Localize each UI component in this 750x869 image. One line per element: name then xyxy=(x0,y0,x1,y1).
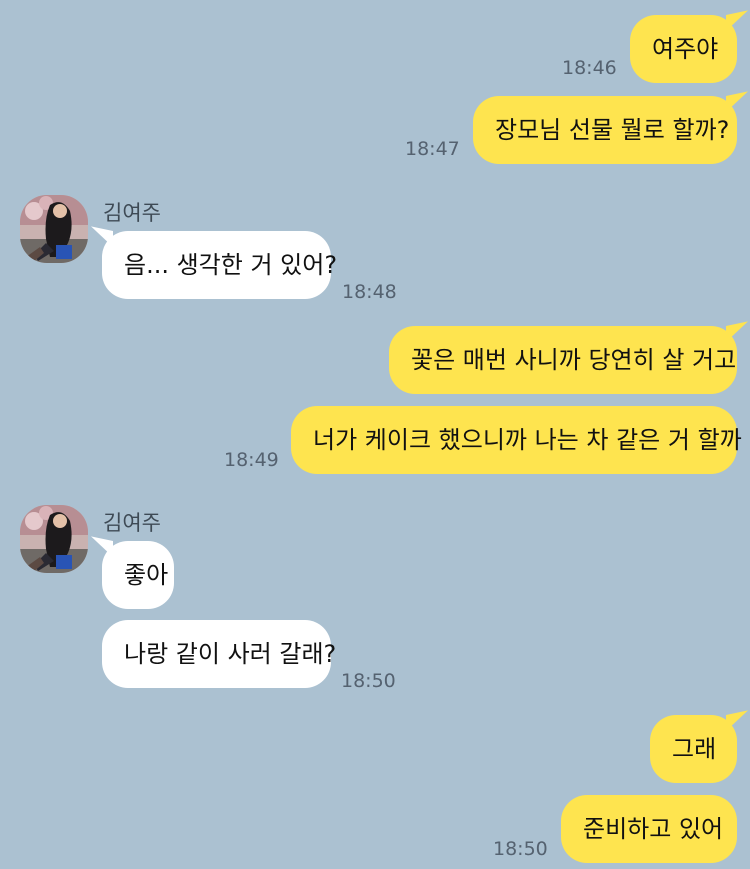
my-message-bubble[interactable]: 장모님 선물 뭘로 할까? xyxy=(473,96,737,164)
my-message-bubble[interactable]: 꽃은 매번 사니까 당연히 살 거고 xyxy=(389,326,737,394)
profile-photo-icon xyxy=(20,505,88,573)
message-time: 18:47 xyxy=(405,138,460,160)
my-message-bubble[interactable]: 그래 xyxy=(650,715,737,783)
contact-name: 김여주 xyxy=(103,511,161,535)
contact-name: 김여주 xyxy=(103,201,161,225)
my-message-bubble[interactable]: 여주야 xyxy=(630,15,737,83)
their-message-bubble[interactable]: 음... 생각한 거 있어? xyxy=(102,231,337,299)
message-time: 18:50 xyxy=(341,670,396,692)
my-message-bubble[interactable]: 준비하고 있어 xyxy=(561,795,737,863)
my-message-bubble[interactable]: 너가 케이크 했으니까 나는 차 같은 거 할까 xyxy=(291,406,742,474)
contact-avatar[interactable] xyxy=(20,195,88,263)
message-time: 18:46 xyxy=(562,57,617,79)
chat-area[interactable]: 여주야 18:46 장모님 선물 뭘로 할까? 18:47 김여주 음... 생… xyxy=(0,0,750,869)
message-time: 18:50 xyxy=(493,838,548,860)
contact-avatar[interactable] xyxy=(20,505,88,573)
their-message-bubble[interactable]: 좋아 xyxy=(102,541,174,609)
message-time: 18:48 xyxy=(342,281,397,303)
their-message-bubble[interactable]: 나랑 같이 사러 갈래? xyxy=(102,620,336,688)
message-time: 18:49 xyxy=(224,449,279,471)
profile-photo-icon xyxy=(20,195,88,263)
